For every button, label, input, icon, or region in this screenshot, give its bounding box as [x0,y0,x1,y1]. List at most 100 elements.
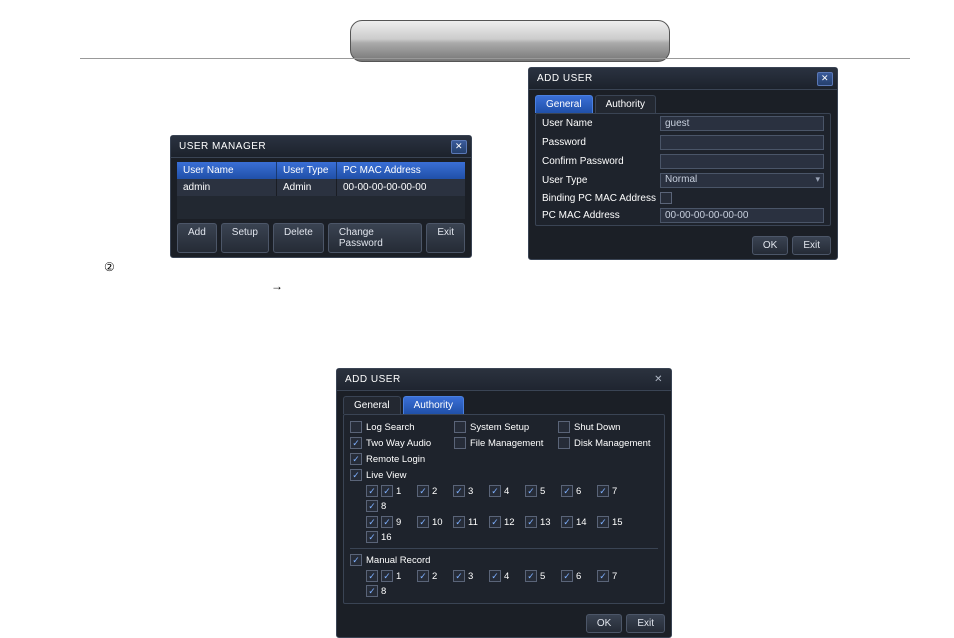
add-user-auth-title: ADD USER [345,374,401,385]
user-type-value: Normal [665,174,697,185]
add-user-close-button[interactable]: ✕ [817,72,833,86]
channel-checkbox[interactable]: ✓ [597,570,609,582]
user-name-input[interactable] [660,116,824,131]
channel-checkbox[interactable]: ✓ [417,570,429,582]
tab-authority[interactable]: Authority [403,396,464,414]
ok-button[interactable]: OK [586,614,622,633]
channel-checkbox[interactable]: ✓ [525,516,537,528]
channel-checkbox[interactable]: ✓ [489,570,501,582]
confirm-password-input[interactable] [660,154,824,169]
channel-checkbox[interactable]: ✓ [597,516,609,528]
ok-button[interactable]: OK [752,236,788,255]
live-view-channels-1-8: ✓ ✓1 ✓2 ✓3 ✓4 ✓5 ✓6 ✓7 ✓8 [346,483,662,514]
remote-login-checkbox[interactable]: ✓ [350,453,362,465]
col-mac: PC MAC Address [337,162,465,179]
channel-checkbox[interactable]: ✓ [366,531,378,543]
exit-button[interactable]: Exit [426,223,465,253]
channel-checkbox[interactable]: ✓ [489,516,501,528]
channel-checkbox[interactable]: ✓ [597,485,609,497]
confirm-password-label: Confirm Password [542,156,660,167]
header-pill [350,20,670,62]
channel-checkbox[interactable]: ✓ [366,500,378,512]
perm-two-way-audio: Two Way Audio [366,438,431,449]
bind-mac-label: Binding PC MAC Address [542,193,660,204]
perm-system-setup: System Setup [470,422,529,433]
channel-checkbox[interactable]: ✓ [381,516,393,528]
password-input[interactable] [660,135,824,150]
col-usertype: User Type [277,162,337,179]
channel-checkbox[interactable]: ✓ [489,485,501,497]
channel-all-checkbox[interactable]: ✓ [366,570,378,582]
channel-checkbox[interactable]: ✓ [417,485,429,497]
system-setup-checkbox[interactable] [454,421,466,433]
col-username: User Name [177,162,277,179]
cell-username: admin [177,179,277,196]
channel-checkbox[interactable]: ✓ [561,570,573,582]
header-rule [80,58,910,59]
user-manager-titlebar: USER MANAGER ✕ [171,136,471,158]
arrow-right-icon: → [271,279,283,293]
perm-log-search: Log Search [366,422,415,433]
setup-button[interactable]: Setup [221,223,269,253]
user-manager-buttons: Add Setup Delete Change Password Exit [171,219,471,257]
two-way-audio-checkbox[interactable]: ✓ [350,437,362,449]
channel-checkbox[interactable]: ✓ [417,516,429,528]
user-table-body: admin Admin 00-00-00-00-00-00 [177,179,465,219]
live-view-checkbox[interactable]: ✓ [350,469,362,481]
channel-checkbox[interactable]: ✓ [366,585,378,597]
tab-general[interactable]: General [535,95,593,113]
user-type-label: User Type [542,175,660,186]
channel-all-checkbox[interactable]: ✓ [366,516,378,528]
channel-all-checkbox[interactable]: ✓ [366,485,378,497]
channel-checkbox[interactable]: ✓ [561,516,573,528]
tab-general[interactable]: General [343,396,401,414]
disk-management-checkbox[interactable] [558,437,570,449]
user-table-header: User Name User Type PC MAC Address [177,162,465,179]
user-manager-title: USER MANAGER [179,141,266,152]
add-user-titlebar: ADD USER ✕ [529,68,837,90]
change-password-button[interactable]: Change Password [328,223,422,253]
user-manager-dialog: USER MANAGER ✕ User Name User Type PC MA… [170,135,472,258]
user-type-select[interactable]: Normal [660,173,824,188]
exit-button[interactable]: Exit [626,614,665,633]
add-user-dialog-authority: ADD USER ✕ General Authority Log Search … [336,368,672,638]
manual-record-checkbox[interactable]: ✓ [350,554,362,566]
perm-disk-management: Disk Management [574,438,651,449]
close-icon[interactable]: ✕ [650,374,667,385]
add-user-dialog-general: ADD USER ✕ General Authority User Name P… [528,67,838,260]
password-label: Password [542,137,660,148]
channel-checkbox[interactable]: ✓ [453,485,465,497]
live-view-channels-9-16: ✓ ✓9 ✓10 ✓11 ✓12 ✓13 ✓14 ✓15 ✓16 [346,514,662,545]
mac-label: PC MAC Address [542,210,660,221]
perm-remote-login: Remote Login [366,454,425,465]
add-user-tabs: General Authority [529,90,837,113]
perm-file-management: File Management [470,438,543,449]
add-user-auth-titlebar: ADD USER ✕ [337,369,671,391]
channel-checkbox[interactable]: ✓ [561,485,573,497]
cell-mac: 00-00-00-00-00-00 [337,179,465,196]
bind-mac-checkbox[interactable] [660,192,672,204]
perm-live-view: Live View [366,470,407,481]
exit-button[interactable]: Exit [792,236,831,255]
file-management-checkbox[interactable] [454,437,466,449]
channel-checkbox[interactable]: ✓ [453,570,465,582]
channel-checkbox[interactable]: ✓ [525,485,537,497]
delete-button[interactable]: Delete [273,223,324,253]
add-button[interactable]: Add [177,223,217,253]
channel-checkbox[interactable]: ✓ [453,516,465,528]
shut-down-checkbox[interactable] [558,421,570,433]
channel-checkbox[interactable]: ✓ [381,570,393,582]
mac-input[interactable] [660,208,824,223]
log-search-checkbox[interactable] [350,421,362,433]
table-row[interactable]: admin Admin 00-00-00-00-00-00 [177,179,465,196]
authority-panel: Log Search System Setup Shut Down ✓Two W… [343,414,665,604]
tab-authority[interactable]: Authority [595,95,656,113]
user-name-label: User Name [542,118,660,129]
channel-checkbox[interactable]: ✓ [525,570,537,582]
cell-usertype: Admin [277,179,337,196]
user-manager-close-button[interactable]: ✕ [451,140,467,154]
channel-checkbox[interactable]: ✓ [381,485,393,497]
perm-manual-record: Manual Record [366,555,430,566]
manual-record-channels-1-8: ✓ ✓1 ✓2 ✓3 ✓4 ✓5 ✓6 ✓7 ✓8 [346,568,662,599]
close-icon: ✕ [455,141,463,152]
